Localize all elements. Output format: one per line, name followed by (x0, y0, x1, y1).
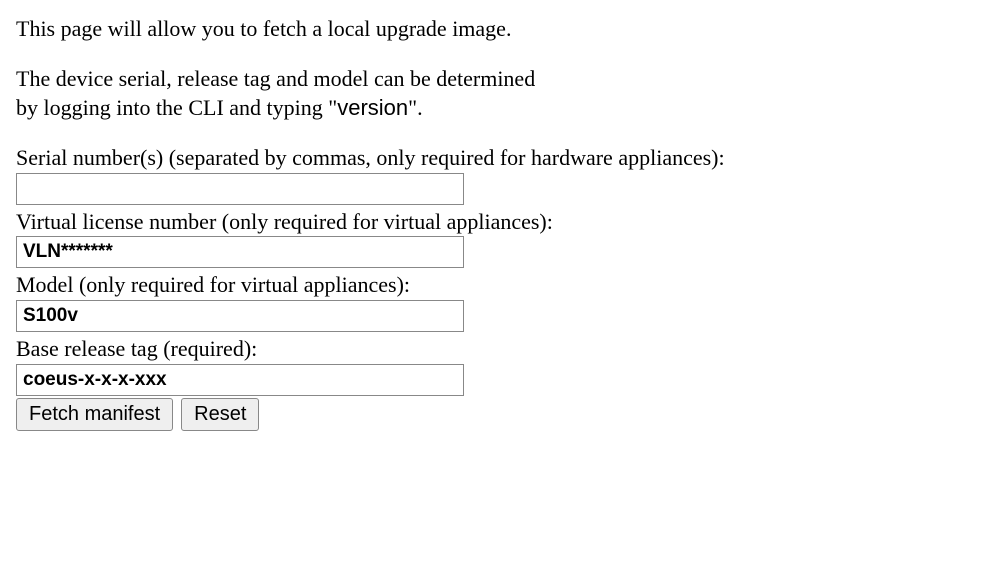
reset-button[interactable]: Reset (181, 398, 259, 431)
button-row: Fetch manifest Reset (16, 398, 983, 431)
hint-line2-post: ". (408, 95, 422, 120)
hint-line2-pre: by logging into the CLI and typing " (16, 95, 337, 120)
model-label: Model (only required for virtual applian… (16, 270, 983, 300)
model-input[interactable] (16, 300, 464, 332)
cli-command-text: version (337, 95, 408, 120)
release-input[interactable] (16, 364, 464, 396)
serial-input[interactable] (16, 173, 464, 205)
serial-label: Serial number(s) (separated by commas, o… (16, 143, 983, 173)
vln-input[interactable] (16, 236, 464, 268)
hint-text: The device serial, release tag and model… (16, 64, 983, 123)
vln-label: Virtual license number (only required fo… (16, 207, 983, 237)
fetch-manifest-button[interactable]: Fetch manifest (16, 398, 173, 431)
release-label: Base release tag (required): (16, 334, 983, 364)
intro-text: This page will allow you to fetch a loca… (16, 14, 983, 44)
hint-line1: The device serial, release tag and model… (16, 66, 535, 91)
